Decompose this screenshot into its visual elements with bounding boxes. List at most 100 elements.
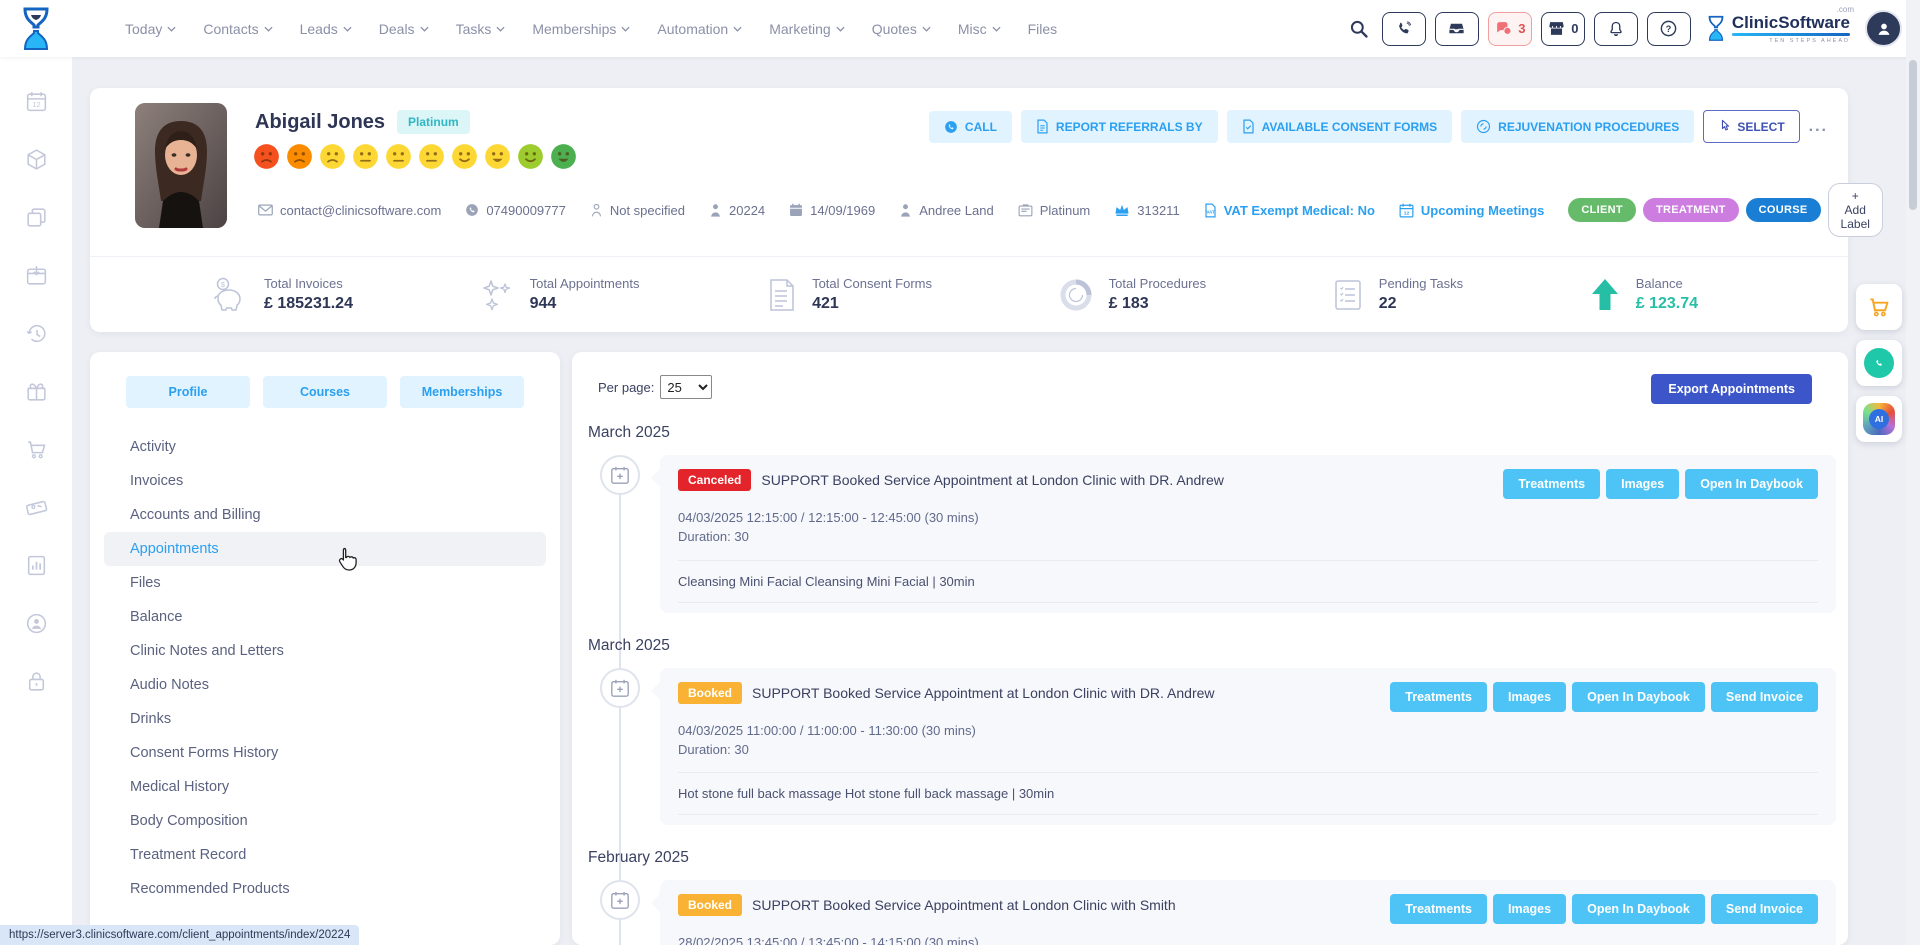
satisfaction-face-icon[interactable] [286, 143, 313, 170]
nav-today[interactable]: Today [125, 21, 176, 37]
open-in-daybook-button[interactable]: Open In Daybook [1572, 894, 1705, 924]
support-icon[interactable] [24, 611, 49, 636]
send-invoice-button[interactable]: Send Invoice [1711, 682, 1818, 712]
appointment-title: SUPPORT Booked Service Appointment at Lo… [761, 469, 1224, 488]
search-icon [1349, 19, 1369, 39]
treatments-button[interactable]: Treatments [1503, 469, 1600, 499]
sidebar-item-appointments[interactable]: Appointments [104, 532, 546, 566]
upcoming-meetings-link[interactable]: 12 Upcoming Meetings [1399, 203, 1545, 218]
sidebar-item-accounts-and-billing[interactable]: Accounts and Billing [104, 498, 546, 532]
nav-tasks[interactable]: Tasks [456, 21, 506, 37]
cart-fab[interactable] [1856, 284, 1902, 330]
client-dob: 14/09/1969 [789, 203, 875, 218]
per-page-select[interactable]: 25 [660, 375, 712, 399]
search-button[interactable] [1349, 19, 1369, 39]
satisfaction-face-icon[interactable] [253, 143, 280, 170]
more-options-button[interactable]: ... [1809, 118, 1828, 136]
satisfaction-face-icon[interactable] [352, 143, 379, 170]
page-scrollbar[interactable] [1906, 0, 1920, 945]
whatsapp-fab[interactable] [1856, 340, 1902, 386]
satisfaction-face-icon[interactable] [484, 143, 511, 170]
appointment-card: Booked SUPPORT Booked Service Appointmen… [660, 880, 1836, 945]
satisfaction-face-icon[interactable] [319, 143, 346, 170]
gift-icon[interactable] [24, 379, 49, 404]
chevron-down-icon [836, 26, 845, 32]
sidebar-item-drinks[interactable]: Drinks [104, 702, 546, 736]
label-treatment[interactable]: TREATMENT [1643, 198, 1739, 222]
client-stats-row: $ Total Invoices£ 185231.24 Total Appoin… [90, 256, 1848, 332]
scrollbar-thumb[interactable] [1909, 60, 1917, 210]
report-chart-icon[interactable] [24, 553, 49, 578]
send-invoice-button[interactable]: Send Invoice [1711, 894, 1818, 924]
history-icon[interactable] [24, 321, 49, 346]
copy-icon[interactable] [24, 205, 49, 230]
images-button[interactable]: Images [1493, 682, 1566, 712]
report-referrals-button[interactable]: REPORT REFERRALS BY [1021, 110, 1218, 143]
sidebar-item-consent-forms-history[interactable]: Consent Forms History [104, 736, 546, 770]
tab-courses[interactable]: Courses [263, 376, 387, 408]
images-button[interactable]: Images [1493, 894, 1566, 924]
treatments-button[interactable]: Treatments [1390, 682, 1487, 712]
sidebar-item-balance[interactable]: Balance [104, 600, 546, 634]
nav-leads[interactable]: Leads [300, 21, 352, 37]
satisfaction-face-icon[interactable] [550, 143, 577, 170]
calendar-icon [789, 203, 803, 217]
nav-misc[interactable]: Misc [958, 21, 1001, 37]
chat-button[interactable]: 3 [1488, 12, 1532, 46]
nav-deals[interactable]: Deals [379, 21, 429, 37]
dialer-button[interactable] [1382, 12, 1426, 46]
package-icon[interactable] [24, 147, 49, 172]
sidebar-item-treatment-record[interactable]: Treatment Record [104, 838, 546, 872]
cart-icon[interactable] [24, 437, 49, 462]
label-course[interactable]: COURSE [1746, 198, 1821, 222]
satisfaction-face-icon[interactable] [385, 143, 412, 170]
open-in-daybook-button[interactable]: Open In Daybook [1572, 682, 1705, 712]
consent-forms-button[interactable]: AVAILABLE CONSENT FORMS [1227, 110, 1453, 143]
voucher-icon[interactable] [24, 495, 49, 520]
sidebar-item-medical-history[interactable]: Medical History [104, 770, 546, 804]
app-logo[interactable] [0, 7, 72, 51]
ai-assistant-fab[interactable]: AI [1856, 396, 1902, 442]
add-label-button[interactable]: + Add Label [1828, 183, 1883, 237]
satisfaction-face-icon[interactable] [517, 143, 544, 170]
tab-memberships[interactable]: Memberships [400, 376, 524, 408]
client-photo[interactable] [135, 103, 227, 228]
help-button[interactable]: ? [1647, 12, 1691, 46]
calendar-icon[interactable]: 12 [24, 89, 49, 114]
nav-memberships[interactable]: Memberships [532, 21, 630, 37]
images-button[interactable]: Images [1606, 469, 1679, 499]
stat-value: 944 [530, 295, 640, 313]
nav-contacts[interactable]: Contacts [203, 21, 272, 37]
phone-icon [465, 203, 479, 217]
satisfaction-scale[interactable] [253, 143, 577, 170]
sidebar-item-audio-notes[interactable]: Audio Notes [104, 668, 546, 702]
sidebar-item-invoices[interactable]: Invoices [104, 464, 546, 498]
nav-automation[interactable]: Automation [657, 21, 742, 37]
nav-marketing[interactable]: Marketing [769, 21, 844, 37]
rejuvenation-procedures-button[interactable]: REJUVENATION PROCEDURES [1461, 110, 1694, 143]
donut-chart-icon [1057, 276, 1095, 314]
sidebar-item-files[interactable]: Files [104, 566, 546, 600]
sidebar-item-activity[interactable]: Activity [104, 430, 546, 464]
label-client[interactable]: CLIENT [1568, 198, 1636, 222]
shop-button[interactable]: 0 [1541, 12, 1585, 46]
open-in-daybook-button[interactable]: Open In Daybook [1685, 469, 1818, 499]
basket-icon[interactable] [24, 263, 49, 288]
inbox-button[interactable] [1435, 12, 1479, 46]
tab-profile[interactable]: Profile [126, 376, 250, 408]
notifications-button[interactable] [1594, 12, 1638, 46]
nav-quotes[interactable]: Quotes [872, 21, 931, 37]
call-button[interactable]: CALL [929, 111, 1012, 143]
export-appointments-button[interactable]: Export Appointments [1651, 374, 1812, 404]
treatments-button[interactable]: Treatments [1390, 894, 1487, 924]
satisfaction-face-icon[interactable] [451, 143, 478, 170]
sidebar-item-body-composition[interactable]: Body Composition [104, 804, 546, 838]
sidebar-item-recommended-products[interactable]: Recommended Products [104, 872, 546, 906]
vat-exempt-link[interactable]: VAT VAT Exempt Medical: No [1204, 203, 1375, 218]
nav-files[interactable]: Files [1028, 21, 1058, 37]
lock-icon[interactable] [24, 669, 49, 694]
satisfaction-face-icon[interactable] [418, 143, 445, 170]
select-button[interactable]: SELECT [1703, 110, 1799, 143]
user-avatar[interactable] [1865, 10, 1902, 47]
sidebar-item-clinic-notes-and-letters[interactable]: Clinic Notes and Letters [104, 634, 546, 668]
